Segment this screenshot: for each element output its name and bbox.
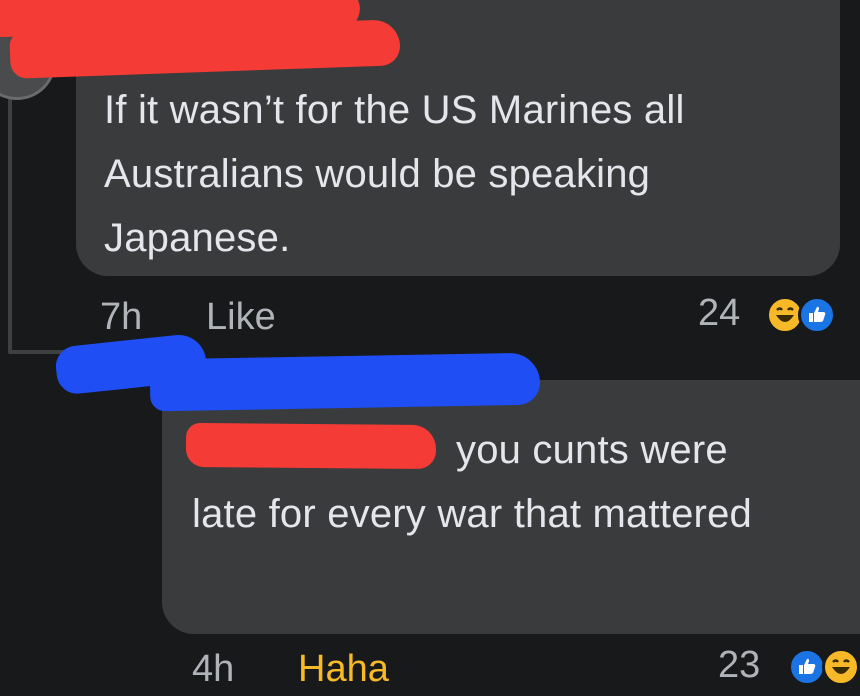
comment-text: If it wasn’t for the US Marines all Aust… [104, 88, 685, 260]
redacted-name-mark [149, 352, 541, 412]
reply-text: late for every war that mattered [192, 492, 752, 536]
comment-timestamp[interactable]: 7h [100, 296, 142, 339]
redacted-mention-mark [185, 422, 437, 470]
haha-icon [822, 648, 860, 686]
like-icon [798, 296, 836, 334]
like-icon [788, 648, 826, 686]
reply-text-first-line: you cunts were [456, 428, 728, 472]
haha-reaction-button[interactable]: Haha [298, 648, 389, 691]
reply-timestamp[interactable]: 4h [192, 648, 234, 691]
reaction-count[interactable]: 24 [698, 292, 740, 335]
like-button[interactable]: Like [206, 296, 276, 339]
thread-connector-line [8, 90, 12, 352]
reply-reaction-count[interactable]: 23 [718, 644, 760, 687]
comment-thread: If it wasn’t for the US Marines all Aust… [0, 0, 860, 696]
